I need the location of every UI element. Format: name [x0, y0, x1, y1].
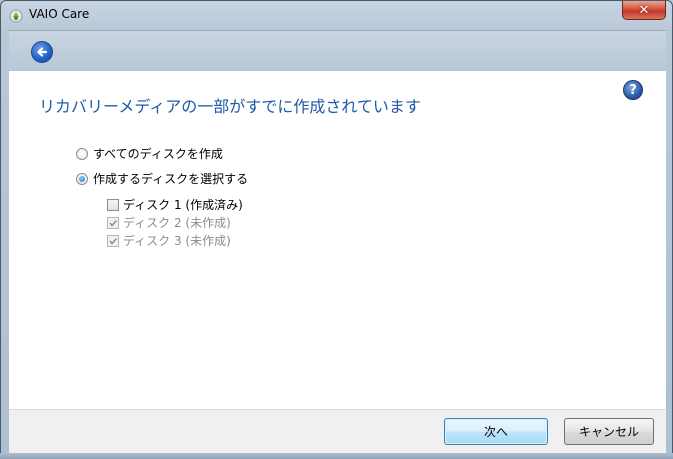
- vaio-care-app-icon: [9, 8, 23, 23]
- disk-3-label: ディスク 3 (未作成): [123, 234, 231, 248]
- option-select-disks-label: 作成するディスクを選択する: [93, 172, 249, 186]
- option-select-disks[interactable]: 作成するディスクを選択する: [76, 170, 248, 187]
- option-all-disks-label: すべてのディスクを作成: [93, 147, 223, 161]
- disk-2-option: ディスク 2 (未作成): [107, 214, 231, 231]
- window-frame-bottom: [0, 453, 673, 459]
- cancel-button[interactable]: キャンセル: [564, 418, 654, 445]
- title-bar[interactable]: VAIO Care ✕: [1, 1, 672, 29]
- navigation-bar: [9, 30, 666, 71]
- radio-select-disks[interactable]: [76, 172, 88, 185]
- disk-2-label: ディスク 2 (未作成): [123, 216, 231, 230]
- disk-2-checkbox: [107, 216, 119, 229]
- checkmark-icon: [109, 219, 118, 227]
- disk-3-checkbox: [107, 234, 119, 247]
- help-icon: ?: [629, 82, 637, 98]
- disk-1-option[interactable]: ディスク 1 (作成済み): [107, 196, 243, 213]
- footer-bar: 次へ キャンセル: [9, 409, 666, 454]
- page-heading: リカバリーメディアの一部がすでに作成されています: [39, 97, 421, 116]
- disk-1-label: ディスク 1 (作成済み): [123, 198, 243, 212]
- window-title: VAIO Care: [29, 7, 90, 21]
- close-button[interactable]: ✕: [622, 1, 666, 20]
- back-arrow-icon: [37, 47, 48, 57]
- help-button[interactable]: ?: [623, 80, 643, 100]
- app-window: VAIO Care ✕ ? リカバリーメディアの一部がすでに作成されています す…: [0, 0, 673, 459]
- radio-all-disks[interactable]: [76, 147, 88, 160]
- close-icon: ✕: [638, 2, 650, 18]
- disk-3-option: ディスク 3 (未作成): [107, 232, 231, 249]
- main-content: ? リカバリーメディアの一部がすでに作成されています すべてのディスクを作成 作…: [9, 71, 666, 409]
- back-button[interactable]: [31, 41, 53, 63]
- option-all-disks[interactable]: すべてのディスクを作成: [76, 145, 223, 162]
- checkmark-icon: [109, 237, 118, 245]
- disk-1-checkbox[interactable]: [107, 198, 119, 211]
- next-button[interactable]: 次へ: [444, 418, 548, 445]
